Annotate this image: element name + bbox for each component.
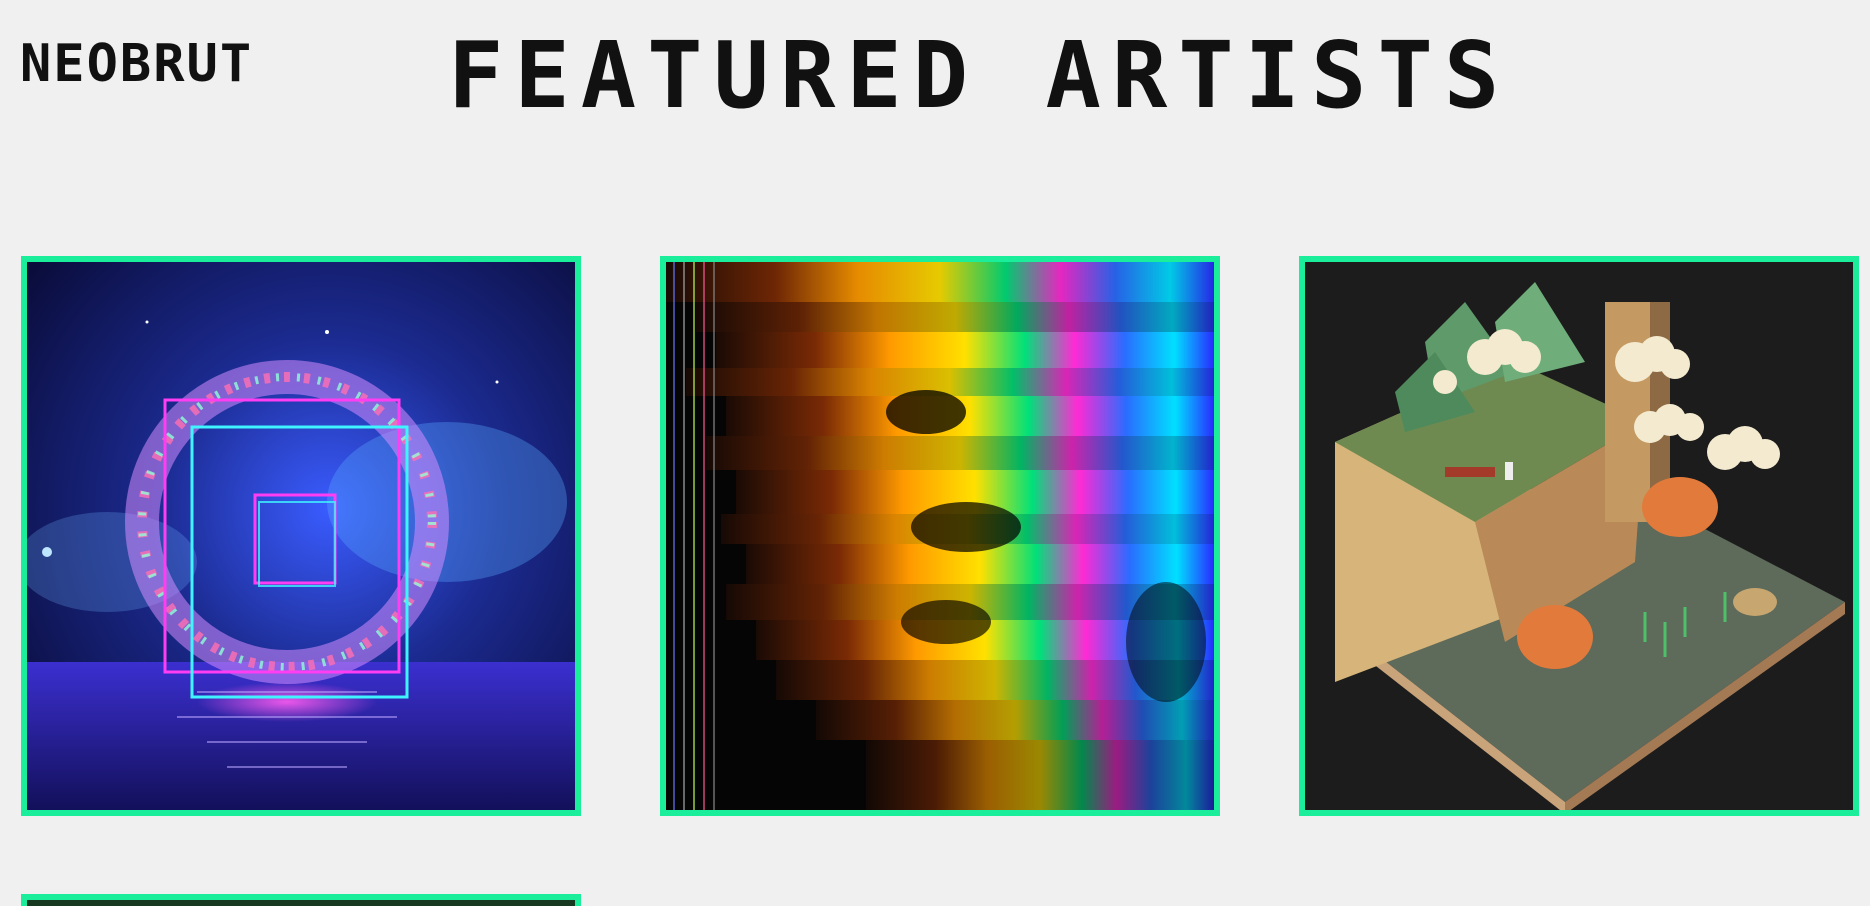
page-title: FEATURED ARTISTS <box>448 22 1511 129</box>
gallery-page: NEOBRUT FEATURED ARTISTS <box>0 0 1870 906</box>
forest-artwork-partial <box>27 900 575 906</box>
glitch-rainbow-face-artwork <box>666 262 1214 810</box>
artwork-card-neon-floral[interactable] <box>21 256 581 816</box>
voxel-island-artwork <box>1305 262 1853 810</box>
artwork-card-glitch-face[interactable] <box>660 256 1220 816</box>
artwork-card-forest[interactable] <box>21 894 581 906</box>
brand-logo[interactable]: NEOBRUT <box>20 38 253 90</box>
neon-floral-square-artwork <box>27 262 575 810</box>
artwork-card-voxel-island[interactable] <box>1299 256 1859 816</box>
